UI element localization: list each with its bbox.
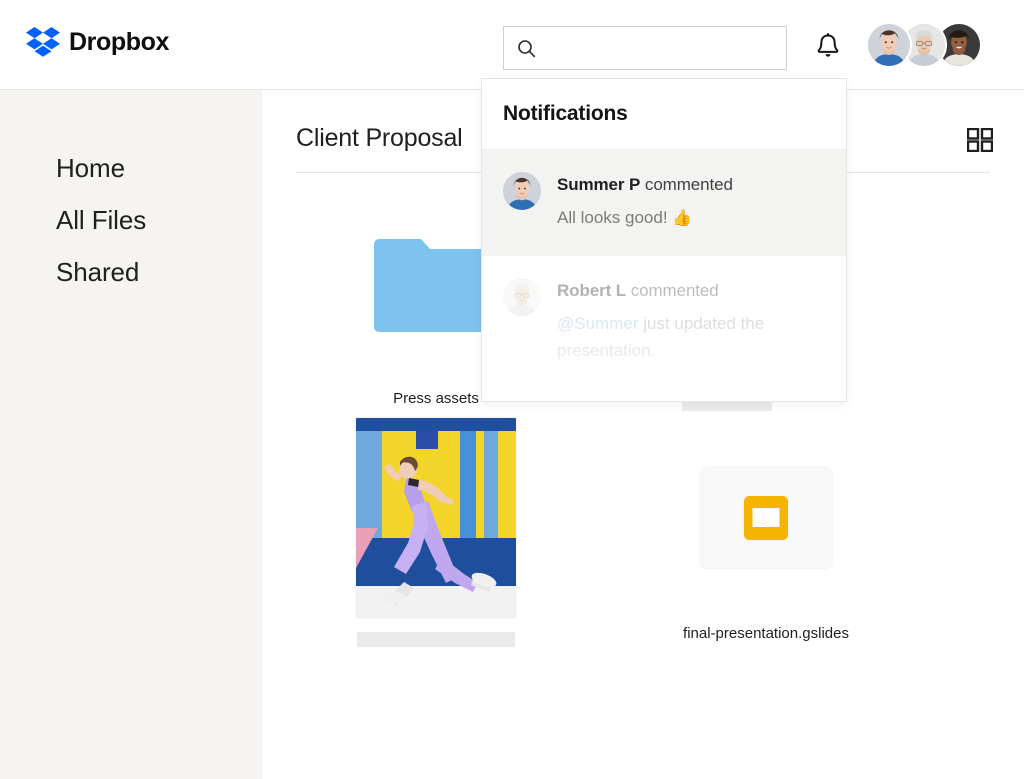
notification-bell-button[interactable] (812, 33, 844, 63)
file-tile-slides[interactable]: final-presentation.gslides (626, 425, 906, 644)
notifications-header: Notifications (482, 79, 846, 150)
notification-headline: Summer P commented (557, 173, 733, 197)
notification-message-text: All looks good! (557, 208, 668, 227)
notification-actor: Summer P (557, 175, 641, 194)
search-box[interactable] (503, 26, 787, 70)
notification-body: Robert L commented @Summer just updated … (557, 278, 809, 382)
sidebar-item-all-files[interactable]: All Files (56, 202, 146, 238)
notifications-title: Notifications (503, 102, 628, 125)
notification-item-summer-p[interactable]: Summer P commented All looks good! 👍 (482, 150, 846, 256)
google-slides-icon (744, 495, 788, 540)
sidebar-item-shared[interactable]: Shared (56, 254, 146, 290)
notification-bell-icon (815, 33, 841, 64)
file-tile-photo[interactable] (296, 417, 576, 647)
photo-thumbnail-wrap (296, 417, 576, 618)
notification-actor: Robert L (557, 281, 627, 300)
sidebar: Home All Files Shared (0, 90, 262, 779)
slides-thumbnail (626, 425, 906, 610)
search-input[interactable] (536, 27, 786, 69)
dropbox-logo-icon (26, 27, 60, 57)
file-tile-label-skeleton (357, 632, 515, 647)
sidebar-item-home[interactable]: Home (56, 150, 146, 186)
notification-headline: Robert L commented (557, 279, 809, 303)
grid-view-toggle-button[interactable] (966, 127, 994, 155)
dropbox-app-window: Dropbox Home All Files Shared Client Pro… (0, 0, 1024, 779)
slides-card (699, 465, 833, 570)
avatar-summer-p (503, 172, 541, 210)
notification-verb: commented (630, 281, 719, 300)
brand-logo-area[interactable]: Dropbox (26, 27, 169, 57)
notification-verb: commented (644, 175, 733, 194)
brand-name-label: Dropbox (69, 27, 169, 56)
avatar-robert-l (503, 278, 541, 316)
photo-thumbnail (356, 417, 516, 618)
thumbs-up-emoji-icon: 👍 (672, 208, 693, 227)
notification-message: @Summer just updated the presentation. (557, 310, 809, 364)
notification-mention-link[interactable]: @Summer (557, 314, 639, 333)
search-icon (517, 39, 536, 58)
notification-item-robert-l[interactable]: Robert L commented @Summer just updated … (482, 256, 846, 401)
top-header-bar: Dropbox (0, 0, 1024, 90)
notification-message: All looks good! 👍 (557, 204, 733, 231)
notifications-panel: Notifications Summer P commented All loo… (481, 78, 847, 402)
avatar-user-1[interactable] (866, 22, 912, 68)
sidebar-nav: Home All Files Shared (56, 150, 146, 290)
grid-view-icon (966, 127, 994, 155)
notification-body: Summer P commented All looks good! 👍 (557, 172, 733, 236)
folder-icon (374, 231, 498, 335)
file-tile-label: final-presentation.gslides (683, 625, 849, 642)
